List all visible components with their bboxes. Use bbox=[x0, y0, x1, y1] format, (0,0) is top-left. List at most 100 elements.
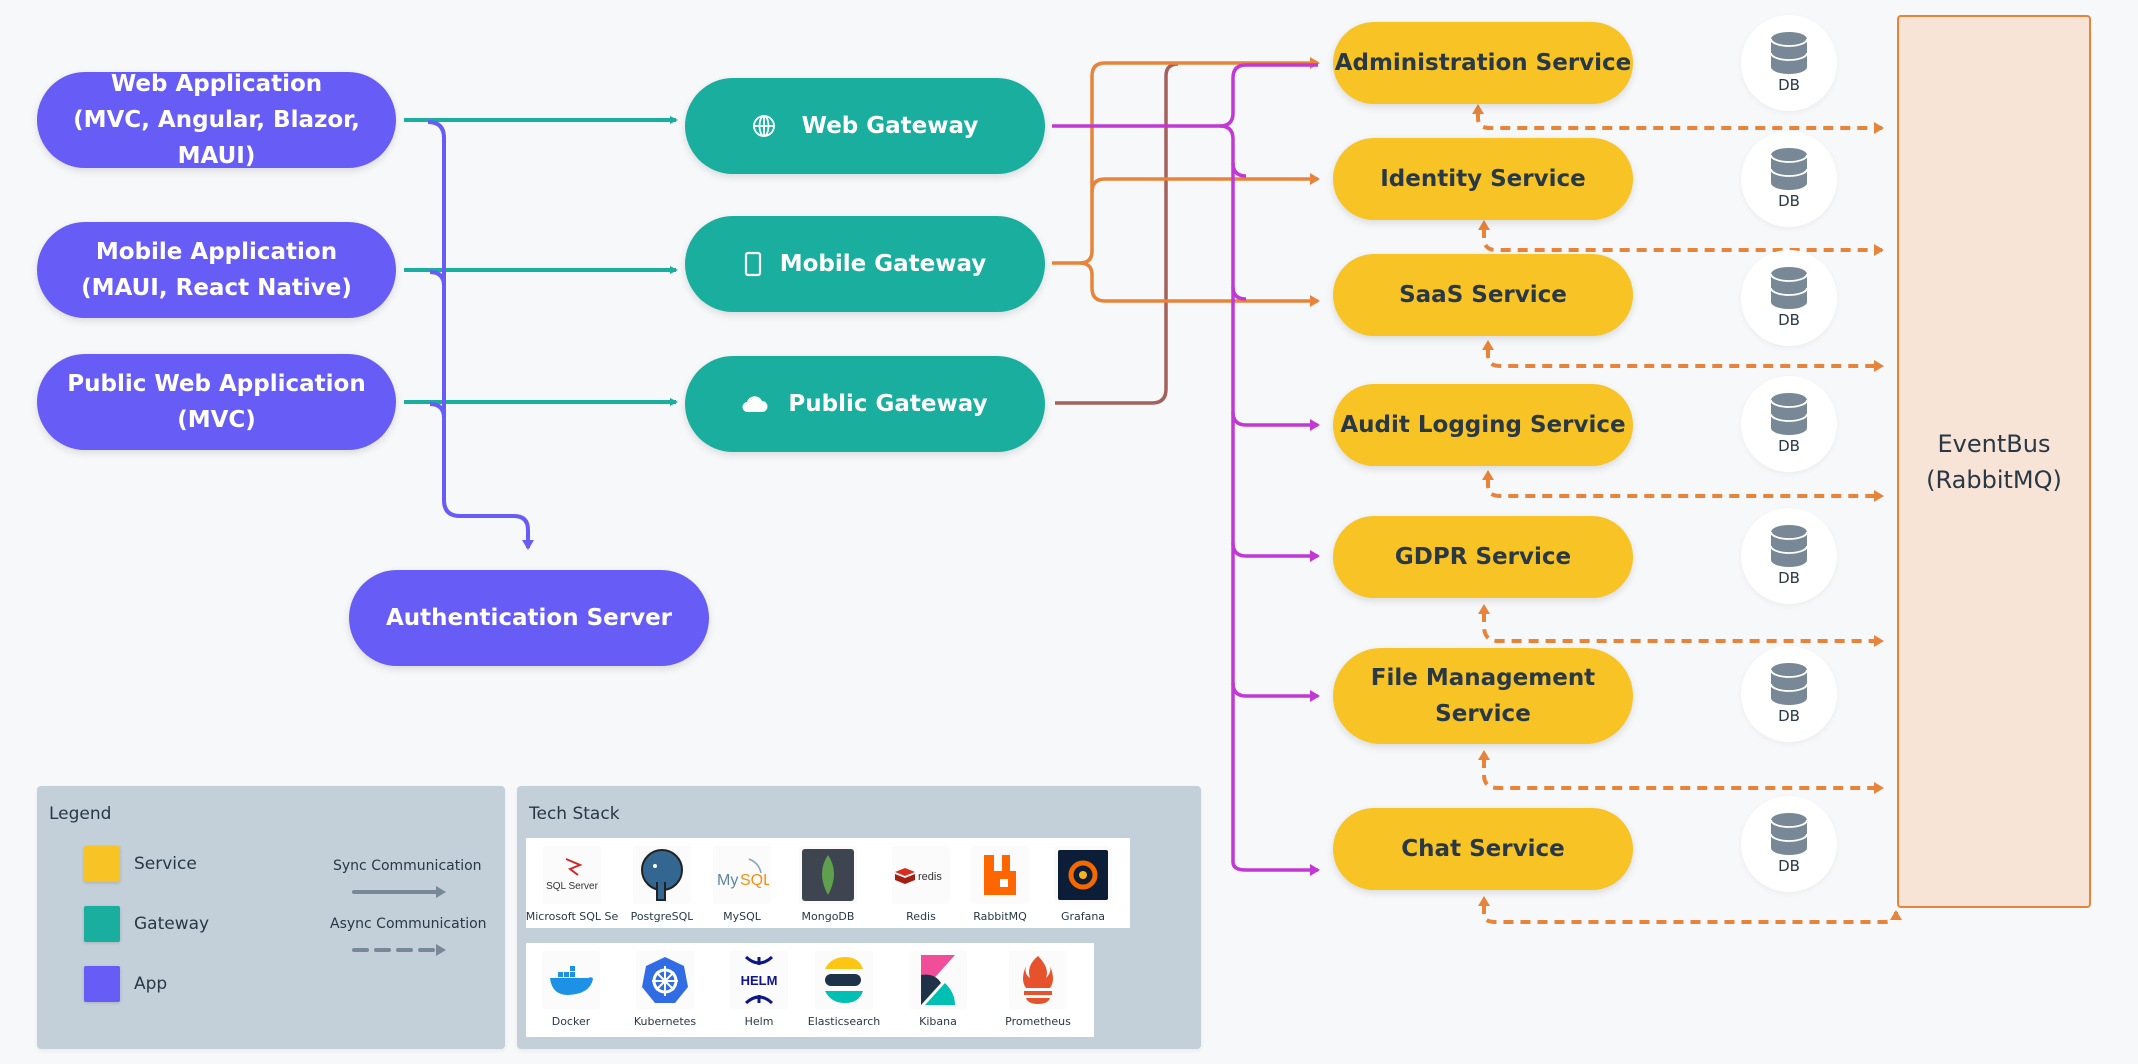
helm-icon: HELM bbox=[730, 951, 788, 1009]
app-title: Web Application bbox=[110, 71, 323, 97]
wire-webgateway-audit bbox=[1231, 411, 1320, 431]
db-label: DB bbox=[1778, 857, 1800, 875]
database-icon bbox=[1771, 267, 1807, 309]
tech-name: Helm bbox=[744, 1015, 774, 1028]
app-public-web-application[interactable]: Public Web Application (MVC) bbox=[37, 354, 396, 450]
tech-name: MongoDB bbox=[801, 910, 855, 923]
service-saas[interactable]: SaaS Service bbox=[1333, 254, 1633, 336]
wire-mobilegateway-saas bbox=[1079, 261, 1320, 307]
async-identity bbox=[1482, 228, 1884, 256]
gateway-label: Web Gateway bbox=[801, 113, 979, 139]
tech-stack-title: Tech Stack bbox=[529, 804, 620, 824]
tech-name: Grafana bbox=[1060, 910, 1106, 923]
database-icon bbox=[1771, 813, 1807, 855]
tech-item-prometheus: Prometheus bbox=[992, 943, 1084, 1037]
database[interactable]: DB bbox=[1741, 508, 1837, 604]
tech-item-grafana: Grafana bbox=[1036, 838, 1130, 928]
mobile-gateway[interactable]: Mobile Gateway bbox=[685, 216, 1045, 312]
service-gdpr[interactable]: GDPR Service bbox=[1333, 516, 1633, 598]
svg-text:SQL Server: SQL Server bbox=[546, 881, 598, 892]
svg-text:redis: redis bbox=[918, 871, 942, 883]
app-mobile-application[interactable]: Mobile Application (MAUI, React Native) bbox=[37, 222, 396, 318]
legend-label: Gateway bbox=[134, 914, 210, 934]
tech-name: Kibana bbox=[919, 1015, 957, 1028]
kubernetes-icon bbox=[636, 951, 694, 1009]
tech-row-databases: SQL Server Microsoft SQL Se PostgreSQL My SQ… bbox=[526, 838, 1130, 928]
database[interactable]: DB bbox=[1741, 376, 1837, 472]
service-label: SaaS Service bbox=[1399, 282, 1567, 308]
legend-title: Legend bbox=[49, 804, 112, 824]
db-label: DB bbox=[1778, 192, 1800, 210]
wire-mobilegateway-identity bbox=[1090, 173, 1320, 193]
async-chat bbox=[1482, 904, 1902, 924]
service-file-management[interactable]: File Management Service bbox=[1333, 648, 1633, 744]
tech-name: PostgreSQL bbox=[630, 910, 694, 923]
wire-webgateway-filemgmt bbox=[1231, 682, 1320, 702]
database-icon bbox=[1771, 32, 1807, 74]
database[interactable]: DB bbox=[1741, 646, 1837, 742]
svg-text:My: My bbox=[717, 872, 738, 889]
eventbus-title: EventBus bbox=[1937, 429, 2051, 458]
database[interactable]: DB bbox=[1741, 796, 1837, 892]
tech-name: Redis bbox=[906, 910, 936, 923]
app-web-application[interactable]: Web Application (MVC, Angular, Blazor, MA… bbox=[37, 71, 396, 169]
database-icon bbox=[1771, 148, 1807, 190]
tech-item-kibana: Kibana bbox=[884, 943, 992, 1037]
tech-item-mysql: My SQL MySQL bbox=[706, 838, 778, 928]
service-label-line2: Service bbox=[1435, 701, 1531, 727]
db-label: DB bbox=[1778, 707, 1800, 725]
sql-server-icon: SQL Server bbox=[543, 846, 601, 904]
tech-item-elasticsearch: Elasticsearch bbox=[804, 943, 884, 1037]
database[interactable]: DB bbox=[1741, 250, 1837, 346]
kibana-icon bbox=[909, 951, 967, 1009]
service-identity[interactable]: Identity Service bbox=[1333, 138, 1633, 220]
service-audit-logging[interactable]: Audit Logging Service bbox=[1333, 384, 1633, 466]
db-label: DB bbox=[1778, 437, 1800, 455]
tech-row-infra: Docker Kubernetes HELM Helm Elasticsearch Kib… bbox=[526, 943, 1094, 1037]
db-label: DB bbox=[1778, 569, 1800, 587]
service-label: Chat Service bbox=[1401, 836, 1565, 862]
tech-item-kubernetes: Kubernetes bbox=[616, 943, 714, 1037]
docker-icon bbox=[542, 951, 600, 1009]
db-label: DB bbox=[1778, 76, 1800, 94]
eventbus-rabbitmq[interactable]: EventBus (RabbitMQ) bbox=[1897, 15, 2091, 908]
globe-icon bbox=[752, 114, 776, 138]
svg-text:SQL: SQL bbox=[740, 872, 769, 889]
tech-item-rabbitmq: RabbitMQ bbox=[964, 838, 1036, 928]
tech-stack-panel: Tech Stack SQL Server Microsoft SQL Se Pos… bbox=[517, 786, 1201, 1049]
database[interactable]: DB bbox=[1741, 131, 1837, 227]
redis-icon: redis bbox=[892, 846, 950, 904]
tech-name: RabbitMQ bbox=[973, 910, 1027, 923]
public-gateway-wires bbox=[1055, 62, 1179, 405]
async-up-arrowheads bbox=[1472, 104, 1494, 906]
app-subtitle: (MVC, Angular, Blazor, MAUI) bbox=[73, 107, 360, 169]
legend-async-label: Async Communication bbox=[330, 916, 487, 932]
service-label: Administration Service bbox=[1334, 50, 1632, 76]
tech-name: Docker bbox=[551, 1015, 591, 1028]
public-gateway[interactable]: Public Gateway bbox=[685, 356, 1045, 452]
legend-swatch-gateway bbox=[84, 906, 120, 942]
wire-apps-auth bbox=[427, 120, 534, 550]
tech-name: Kubernetes bbox=[633, 1015, 697, 1028]
async-gdpr bbox=[1482, 612, 1884, 647]
authentication-server[interactable]: Authentication Server bbox=[349, 570, 709, 666]
legend-item-app: App bbox=[84, 966, 167, 1002]
tech-item-sql-server: SQL Server Microsoft SQL Se bbox=[526, 838, 618, 928]
rabbitmq-icon bbox=[971, 846, 1029, 904]
database-icon bbox=[1771, 663, 1807, 705]
cloud-icon bbox=[742, 394, 768, 414]
tech-name: Elasticsearch bbox=[807, 1015, 881, 1028]
elasticsearch-icon bbox=[815, 951, 873, 1009]
mongodb-icon bbox=[799, 846, 857, 904]
legend-item-service: Service bbox=[84, 846, 197, 882]
service-label: File Management bbox=[1370, 665, 1596, 691]
async-admin bbox=[1476, 112, 1884, 134]
mobile-phone-icon bbox=[744, 251, 762, 277]
tech-name: MySQL bbox=[723, 910, 761, 923]
service-chat[interactable]: Chat Service bbox=[1333, 808, 1633, 890]
async-saas bbox=[1486, 348, 1884, 372]
service-label: Audit Logging Service bbox=[1340, 412, 1626, 438]
database[interactable]: DB bbox=[1741, 15, 1837, 111]
web-gateway[interactable]: Web Gateway bbox=[685, 78, 1045, 174]
service-administration[interactable]: Administration Service bbox=[1333, 22, 1633, 104]
